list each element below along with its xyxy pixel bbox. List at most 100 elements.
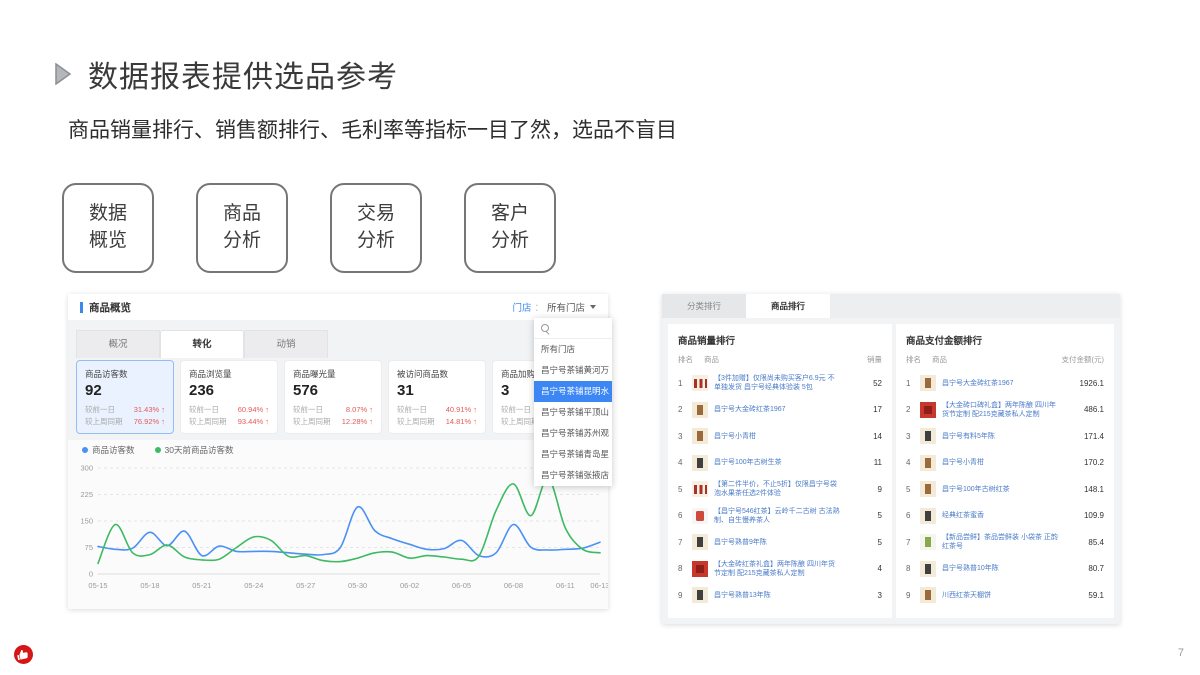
ranking-row: 9 昌宁号熟普13年陈 3 [678, 582, 882, 609]
product-link[interactable]: 【昌宁号546红茶】云岭千二古树 古法熟制、自生慢养茶人 [714, 507, 840, 525]
feature-box-line2: 分析 [223, 228, 261, 255]
store-filter-label: 门店 [512, 300, 531, 314]
product-link[interactable]: 【3件加赠】仅限尚未购买客户6.9元 不单独发货 昌宁号经典体验装 5包 [714, 374, 840, 392]
store-dropdown-item[interactable]: 昌宁号茶铺昆明水 [534, 381, 612, 402]
rank-number: 1 [906, 379, 920, 388]
rank-number: 2 [678, 405, 692, 414]
product-thumbnail [692, 561, 708, 577]
visitor-trend-line-chart: 07515022530005-1505-1805-2105-2405-2705-… [68, 456, 608, 606]
store-dropdown-item[interactable]: 昌宁号茶铺黄河万 [534, 360, 612, 381]
amount-value: 1926.1 [1066, 379, 1104, 388]
feature-box-line2: 概览 [89, 228, 127, 255]
product-thumbnail [920, 375, 936, 391]
product-thumbnail [920, 508, 936, 524]
feature-box-line1: 商品 [223, 201, 261, 228]
legend-dot-icon [82, 447, 88, 453]
column-product: 商品 [932, 354, 1062, 365]
metric-change-key: 较前一日 [189, 404, 219, 416]
sales-value: 9 [844, 485, 882, 494]
product-link[interactable]: 昌宁号熟普13年陈 [714, 591, 840, 600]
product-link[interactable]: 川西红茶天棚饼 [942, 591, 1062, 600]
metric-label: 商品曝光量 [293, 368, 373, 380]
legend-label: 30天前商品访客数 [165, 444, 234, 456]
product-link[interactable]: 昌宁号小青柑 [942, 458, 1062, 467]
metric-change-value: 8.07% ↑ [346, 404, 373, 416]
page-title: 数据报表提供选品参考 [88, 52, 398, 96]
product-thumbnail [920, 455, 936, 471]
store-dropdown-item[interactable]: 昌宁号茶铺平顶山 [534, 402, 612, 423]
rank-number: 8 [678, 564, 692, 573]
legend-item[interactable]: 商品访客数 [82, 444, 135, 456]
metric-change-key: 较上周同期 [293, 416, 331, 428]
store-filter[interactable]: 门店 ： 所有门店 [512, 300, 596, 314]
metric-card[interactable]: 商品访客数 92 较前一日 31.43% ↑ 较上周同期 76.92% ↑ [76, 360, 174, 434]
svg-text:75: 75 [85, 543, 93, 552]
feature-box-line2: 分析 [357, 228, 395, 255]
product-thumbnail [920, 481, 936, 497]
product-thumbnail [692, 508, 708, 524]
product-link[interactable]: 昌宁号大金砖红茶1967 [942, 379, 1062, 388]
ranking-row: 2 【大金砖口碑礼盒】两年陈酿 四川年货节定制 配215克藏茶私人定制 486.… [906, 397, 1104, 424]
ranking-row: 3 昌宁号有料5年陈 171.4 [906, 423, 1104, 450]
store-filter-separator: ： [534, 300, 544, 314]
product-link[interactable]: 【大金砖口碑礼盒】两年陈酿 四川年货节定制 配215克藏茶私人定制 [942, 401, 1062, 419]
metric-change-value: 12.28% ↑ [342, 416, 373, 428]
store-dropdown-item[interactable]: 所有门店 [534, 339, 612, 360]
product-link[interactable]: 【新品尝鲜】茶品尝鲜装 小袋茶 正韵红茶号 [942, 533, 1062, 551]
metric-change-value: 31.43% ↑ [134, 404, 165, 416]
overview-panel-header: 商品概览 门店 ： 所有门店 [68, 294, 608, 320]
metric-change-key: 较上周同期 [189, 416, 227, 428]
svg-text:300: 300 [80, 464, 93, 473]
product-thumbnail [692, 534, 708, 550]
store-dropdown-item[interactable]: 昌宁号茶铺张掖店 [534, 465, 612, 486]
metric-day-change-row: 较前一日 40.91% ↑ [397, 404, 477, 416]
rank-number: 2 [906, 405, 920, 414]
product-link[interactable]: 昌宁号有料5年陈 [942, 432, 1062, 441]
product-link[interactable]: 【第二件半价，不止5折】仅限昌宁号袋泡水果茶任选2件体验 [714, 480, 840, 498]
product-thumbnail [920, 534, 936, 550]
metric-card[interactable]: 被访问商品数 31 较前一日 40.91% ↑ 较上周同期 14.81% ↑ [388, 360, 486, 434]
product-link[interactable]: 经典红茶蜜香 [942, 511, 1062, 520]
metric-change-key: 较上周同期 [397, 416, 435, 428]
accent-bar [80, 302, 83, 313]
product-link[interactable]: 昌宁号大金砖红茶1967 [714, 405, 840, 414]
product-thumbnail [692, 481, 708, 497]
store-dropdown-item[interactable]: 昌宁号茶铺青岛星 [534, 444, 612, 465]
store-search-input[interactable] [534, 318, 612, 339]
feature-box: 客户 分析 [464, 183, 556, 273]
product-link[interactable]: 【大金砖红茶礼盒】两年陈酿 四川年货节定制 配215克藏茶私人定制 [714, 560, 840, 578]
feature-box-line1: 交易 [357, 201, 395, 228]
overview-tabs: 概况 转化 动销 [76, 330, 328, 358]
sales-rows: 1 【3件加赠】仅限尚未购买客户6.9元 不单独发货 昌宁号经典体验装 5包 5… [678, 370, 882, 609]
product-link[interactable]: 昌宁号100年古树生茶 [714, 458, 840, 467]
ranking-row: 1 【3件加赠】仅限尚未购买客户6.9元 不单独发货 昌宁号经典体验装 5包 5… [678, 370, 882, 397]
overview-tab[interactable]: 概况 [76, 330, 160, 358]
column-rank: 排名 [906, 354, 932, 365]
rank-number: 1 [678, 379, 692, 388]
product-link[interactable]: 昌宁号熟普10年陈 [942, 564, 1062, 573]
product-link[interactable]: 昌宁号熟普9年陈 [714, 538, 840, 547]
feature-box: 数据 概览 [62, 183, 154, 273]
metric-card[interactable]: 商品曝光量 576 较前一日 8.07% ↑ 较上周同期 12.28% ↑ [284, 360, 382, 434]
metric-card[interactable]: 商品浏览量 236 较前一日 60.94% ↑ 较上周同期 93.44% ↑ [180, 360, 278, 434]
ranking-row: 3 昌宁号小青柑 14 [678, 423, 882, 450]
ranking-tab[interactable]: 分类排行 [662, 294, 746, 318]
feature-box: 交易 分析 [330, 183, 422, 273]
legend-item[interactable]: 30天前商品访客数 [155, 444, 234, 456]
ranking-row: 7 【新品尝鲜】茶品尝鲜装 小袋茶 正韵红茶号 85.4 [906, 529, 1104, 556]
amount-value: 109.9 [1066, 511, 1104, 520]
amount-value: 486.1 [1066, 405, 1104, 414]
overview-tab[interactable]: 转化 [160, 330, 244, 358]
ranking-row: 8 昌宁号熟普10年陈 80.7 [906, 556, 1104, 583]
overview-tab[interactable]: 动销 [244, 330, 328, 358]
amount-value: 80.7 [1066, 564, 1104, 573]
metric-day-change-row: 较前一日 60.94% ↑ [189, 404, 269, 416]
feature-box-line2: 分析 [491, 228, 529, 255]
product-link[interactable]: 昌宁号小青柑 [714, 432, 840, 441]
metric-change-key: 较上周同期 [85, 416, 123, 428]
store-dropdown-item[interactable]: 昌宁号茶铺苏州观 [534, 423, 612, 444]
amount-list-title: 商品支付金额排行 [906, 333, 1104, 347]
ranking-tab[interactable]: 商品排行 [746, 294, 830, 318]
amount-rows: 1 昌宁号大金砖红茶1967 1926.1 2 【大金砖口碑礼盒】两年陈酿 四川… [906, 370, 1104, 609]
product-link[interactable]: 昌宁号100年古树红茶 [942, 485, 1062, 494]
